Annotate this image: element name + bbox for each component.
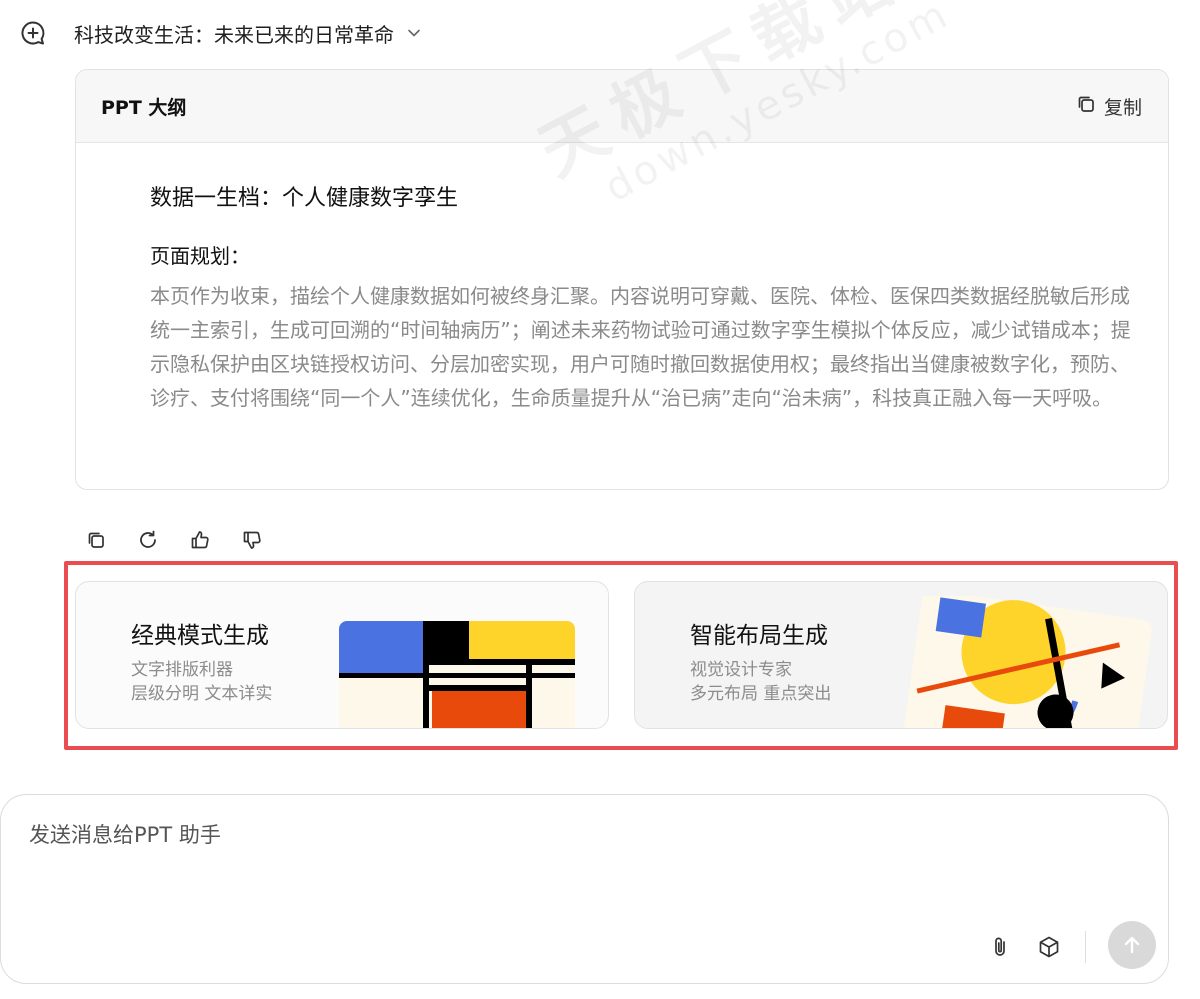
plan-text: 本页作为收束，描绘个人健康数据如何被终身汇聚。内容说明可穿戴、医院、体检、医保四…	[150, 284, 1131, 410]
smart-layout-title: 智能布局生成	[690, 623, 828, 649]
paperclip-icon[interactable]	[986, 933, 1014, 961]
message-composer[interactable]: 发送消息给PPT 助手	[0, 794, 1169, 984]
copy-icon	[1076, 94, 1096, 119]
mondrian-illustration	[339, 621, 575, 728]
thumbs-up-icon[interactable]	[188, 528, 212, 552]
outline-body: 数据一生档：个人健康数字孪生 页面规划： 本页作为收束，描绘个人健康数据如何被终…	[76, 143, 1168, 415]
thumbs-down-icon[interactable]	[240, 528, 264, 552]
classic-mode-title: 经典模式生成	[131, 623, 269, 649]
classic-mode-desc-2: 层级分明 文本详实	[131, 684, 273, 704]
copy-icon[interactable]	[84, 528, 108, 552]
smart-layout-card[interactable]: 智能布局生成 视觉设计专家 多元布局 重点突出	[634, 581, 1168, 729]
copy-button[interactable]: 复制	[1076, 93, 1142, 120]
send-button[interactable]	[1108, 921, 1156, 969]
chat-header: 科技改变生活：未来已来的日常革命	[18, 16, 422, 50]
classic-mode-desc-1: 文字排版利器	[131, 660, 233, 680]
composer-divider	[1085, 931, 1086, 963]
new-chat-icon[interactable]	[18, 18, 48, 48]
abstract-illustration	[902, 596, 1152, 728]
cube-icon[interactable]	[1035, 933, 1063, 961]
outline-label: PPT 大纲	[101, 96, 187, 119]
chevron-down-icon[interactable]	[406, 25, 422, 41]
classic-mode-card[interactable]: 经典模式生成 文字排版利器 层级分明 文本详实	[75, 581, 609, 729]
message-actions	[84, 528, 264, 552]
copy-label: 复制	[1103, 96, 1142, 119]
slide-title: 数据一生档：个人健康数字孪生	[150, 186, 459, 211]
arrow-up-icon	[1124, 936, 1140, 954]
refresh-icon[interactable]	[136, 528, 160, 552]
outline-header: PPT 大纲 复制	[76, 70, 1168, 143]
composer-placeholder[interactable]: 发送消息给PPT 助手	[29, 819, 221, 849]
smart-layout-desc-1: 视觉设计专家	[690, 660, 792, 680]
ppt-outline-card: PPT 大纲 复制 数据一生档：个人健康数字孪生 页面规划： 本页作为收束，描绘…	[75, 69, 1169, 490]
smart-layout-desc-2: 多元布局 重点突出	[690, 684, 832, 704]
chat-title[interactable]: 科技改变生活：未来已来的日常革命	[74, 19, 394, 48]
plan-label: 页面规划：	[150, 244, 250, 268]
